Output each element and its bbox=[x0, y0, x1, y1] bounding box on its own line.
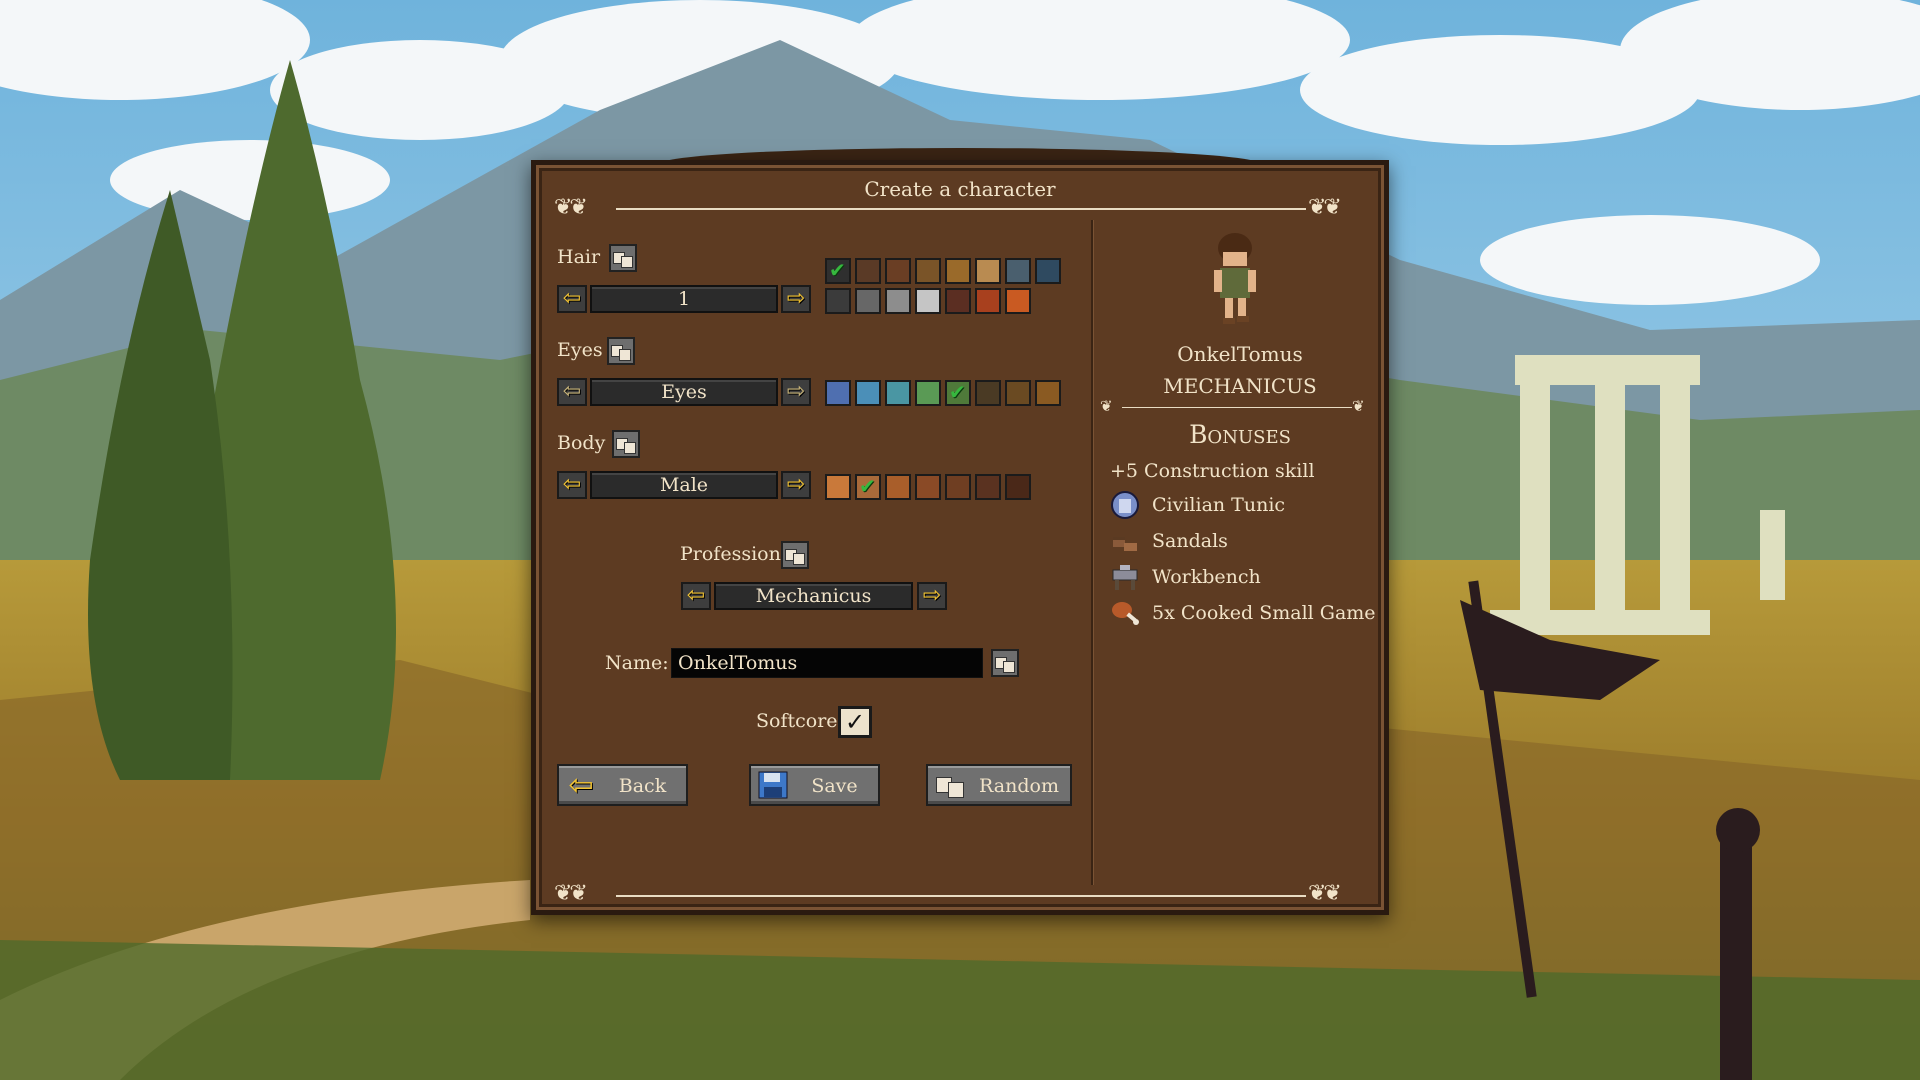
hair-color-swatch[interactable] bbox=[885, 288, 911, 314]
panel-divider bbox=[1091, 220, 1093, 885]
laurel-left-bottom-icon: ❦❦ bbox=[554, 881, 588, 906]
hair-random-dice-icon[interactable] bbox=[609, 244, 637, 272]
eyes-field: Eyes bbox=[590, 378, 778, 406]
profession-field: Mechanicus bbox=[714, 582, 913, 610]
hair-color-swatch[interactable] bbox=[1005, 258, 1031, 284]
laurel-right-bottom-icon: ❦❦ bbox=[1308, 881, 1342, 906]
laurel-small-right-icon: ❦ bbox=[1352, 397, 1364, 415]
eyes-color-swatch[interactable]: ✔ bbox=[945, 380, 971, 406]
eyes-random-dice-icon[interactable] bbox=[607, 337, 635, 365]
checkmark-icon: ✔ bbox=[949, 380, 966, 404]
dialog-title: Create a character bbox=[864, 177, 1056, 201]
softcore-checkbox[interactable]: ✓ bbox=[838, 706, 872, 738]
bonuses-heading: Bonuses bbox=[1189, 420, 1291, 449]
body-color-swatch[interactable] bbox=[915, 474, 941, 500]
random-button-label: Random bbox=[979, 775, 1059, 797]
eyes-next-arrow-icon[interactable]: ⇨ bbox=[781, 378, 811, 406]
hair-color-swatch[interactable]: ✔ bbox=[825, 258, 851, 284]
character-avatar bbox=[1214, 233, 1256, 324]
profession-next-arrow-icon[interactable]: ⇨ bbox=[917, 582, 947, 610]
back-arrow-icon: ⇦ bbox=[568, 767, 594, 803]
profession-random-dice-icon[interactable] bbox=[781, 541, 809, 569]
save-button[interactable]: Save bbox=[749, 764, 880, 806]
laurel-small-left-icon: ❦ bbox=[1100, 397, 1112, 415]
workbench-icon bbox=[1112, 565, 1138, 590]
body-field: Male bbox=[590, 471, 778, 499]
eyes-color-swatch[interactable] bbox=[825, 380, 851, 406]
hair-prev-arrow-icon[interactable]: ⇦ bbox=[557, 285, 587, 313]
back-button[interactable]: ⇦ Back bbox=[557, 764, 688, 806]
bonus-item-label: Civilian Tunic bbox=[1152, 494, 1286, 516]
floppy-disk-icon bbox=[757, 771, 789, 799]
hair-style-field: 1 bbox=[590, 285, 778, 313]
laurel-right-top-icon: ❦❦ bbox=[1308, 195, 1342, 220]
eyes-color-swatch[interactable] bbox=[915, 380, 941, 406]
character-name: OnkelTomus bbox=[1177, 342, 1303, 366]
dice-icon bbox=[934, 771, 966, 799]
hair-color-swatch[interactable] bbox=[1035, 258, 1061, 284]
bonus-item-label: Workbench bbox=[1152, 566, 1261, 588]
profession-prev-arrow-icon[interactable]: ⇦ bbox=[681, 582, 711, 610]
body-color-swatch[interactable] bbox=[825, 474, 851, 500]
hair-color-swatch[interactable] bbox=[915, 288, 941, 314]
name-input[interactable]: OnkelTomus bbox=[671, 648, 983, 678]
body-color-swatch[interactable] bbox=[1005, 474, 1031, 500]
bottom-rule bbox=[616, 895, 1306, 897]
profession-label: Profession bbox=[680, 543, 781, 565]
hair-label: Hair bbox=[557, 246, 601, 268]
skill-bonus: +5 Construction skill bbox=[1110, 460, 1315, 482]
eyes-color-swatch[interactable] bbox=[1035, 380, 1061, 406]
hair-color-swatch[interactable] bbox=[975, 258, 1001, 284]
body-color-swatch[interactable]: ✔ bbox=[855, 474, 881, 500]
hair-color-swatch[interactable] bbox=[945, 288, 971, 314]
eyes-label: Eyes bbox=[557, 339, 603, 361]
name-random-dice-icon[interactable] bbox=[991, 649, 1019, 677]
hair-color-swatch[interactable] bbox=[855, 288, 881, 314]
checkmark-icon: ✓ bbox=[844, 708, 866, 736]
tunic-icon bbox=[1111, 491, 1139, 519]
meat-icon bbox=[1112, 602, 1139, 625]
body-next-arrow-icon[interactable]: ⇨ bbox=[781, 471, 811, 499]
profession-rule bbox=[1122, 407, 1352, 408]
random-button[interactable]: Random bbox=[926, 764, 1072, 806]
eyes-color-swatch[interactable] bbox=[885, 380, 911, 406]
eyes-color-swatch[interactable] bbox=[855, 380, 881, 406]
eyes-prev-arrow-icon[interactable]: ⇦ bbox=[557, 378, 587, 406]
hair-next-arrow-icon[interactable]: ⇨ bbox=[781, 285, 811, 313]
body-label: Body bbox=[557, 432, 606, 454]
eyes-color-swatch[interactable] bbox=[975, 380, 1001, 406]
eyes-color-swatch[interactable] bbox=[1005, 380, 1031, 406]
hair-color-swatch[interactable] bbox=[825, 288, 851, 314]
hair-color-swatch[interactable] bbox=[885, 258, 911, 284]
hair-color-swatch[interactable] bbox=[945, 258, 971, 284]
hair-color-swatch[interactable] bbox=[1005, 288, 1031, 314]
hair-color-swatch[interactable] bbox=[855, 258, 881, 284]
save-button-label: Save bbox=[811, 775, 858, 797]
hair-color-swatch[interactable] bbox=[975, 288, 1001, 314]
bonus-item-label: 5x Cooked Small Game bbox=[1152, 602, 1376, 624]
laurel-left-top-icon: ❦❦ bbox=[554, 195, 588, 220]
name-label: Name: bbox=[605, 652, 669, 674]
body-color-swatch[interactable] bbox=[975, 474, 1001, 500]
body-color-swatch[interactable] bbox=[885, 474, 911, 500]
hair-color-swatch[interactable] bbox=[915, 258, 941, 284]
body-color-swatch[interactable] bbox=[945, 474, 971, 500]
title-rule bbox=[616, 208, 1306, 210]
checkmark-icon: ✔ bbox=[829, 258, 846, 282]
body-random-dice-icon[interactable] bbox=[612, 430, 640, 458]
checkmark-icon: ✔ bbox=[859, 474, 876, 498]
back-button-label: Back bbox=[618, 775, 667, 797]
softcore-label: Softcore bbox=[756, 710, 838, 732]
body-prev-arrow-icon[interactable]: ⇦ bbox=[557, 471, 587, 499]
profession-title: MECHANICUS bbox=[1163, 374, 1317, 398]
sandals-icon bbox=[1113, 537, 1137, 551]
bonus-item-label: Sandals bbox=[1152, 530, 1228, 552]
